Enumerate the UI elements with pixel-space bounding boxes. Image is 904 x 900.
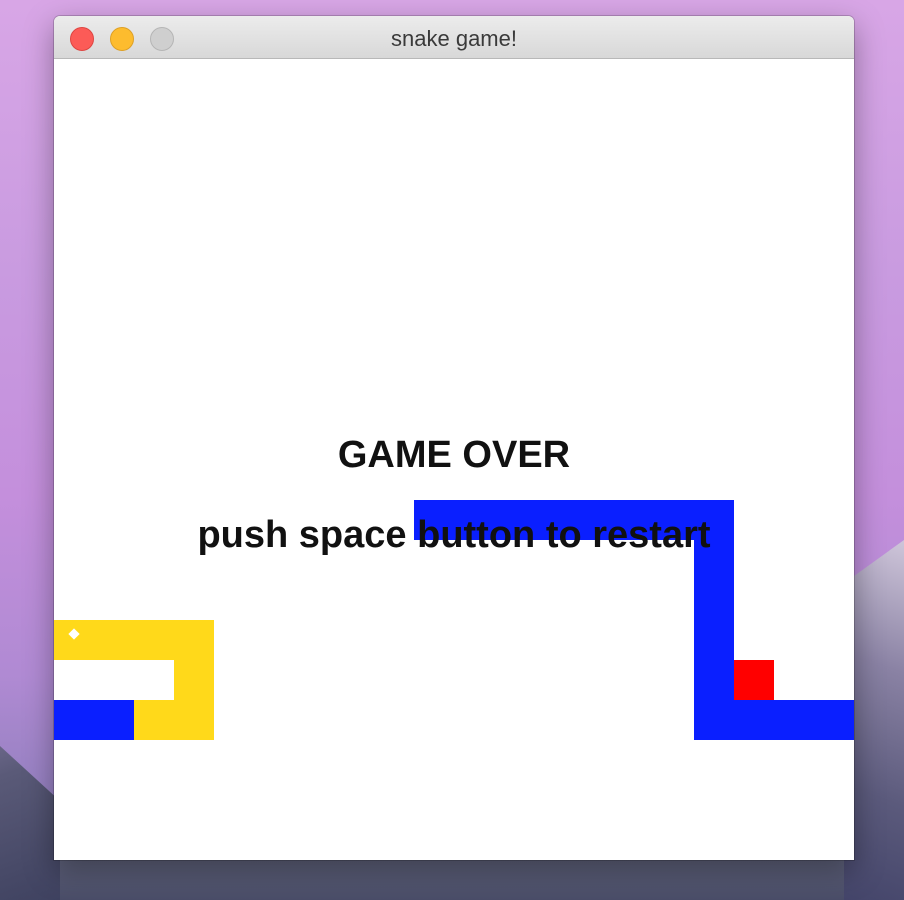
snake-blue-segment [694,540,734,740]
window-title: snake game! [391,26,517,51]
desktop-mountain-left [0,746,60,900]
food-pellet [734,660,774,700]
snake-yellow-segment [174,660,214,740]
game-window: snake game! GAME OVER push space button … [54,16,854,860]
game-canvas[interactable]: GAME OVER push space button to restart [54,60,854,860]
game-over-text: GAME OVER [337,434,571,476]
snake-blue-segment [54,700,134,740]
snake-blue-segment [414,500,734,540]
window-titlebar[interactable]: snake game! [54,16,854,59]
snake-yellow-segment [54,620,214,660]
snake-blue-segment [734,700,854,740]
desktop-wallpaper [0,860,904,900]
snake-yellow-segment [134,700,174,740]
